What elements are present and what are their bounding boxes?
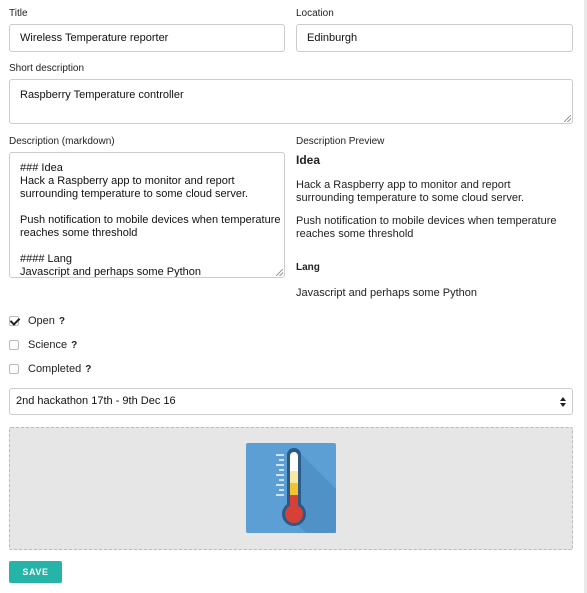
markdown-line: Hack a Raspberry app to monitor and repo… (20, 175, 235, 187)
thermometer-icon (246, 443, 336, 533)
science-checkbox[interactable] (9, 340, 19, 350)
event-select-value: 2nd hackathon 17th - 9th Dec 16 (16, 395, 176, 407)
title-input[interactable]: Wireless Temperature reporter (9, 24, 285, 52)
preview-heading-lang: Lang (296, 262, 320, 273)
checkbox-row-science[interactable]: Science ? (9, 338, 77, 352)
markdown-line: surrounding temperature to some cloud se… (20, 188, 249, 200)
preview-paragraph: Hack a Raspberry app to monitor and repo… (296, 179, 525, 204)
markdown-line: #### Lang (20, 253, 72, 265)
preview-paragraph: Javascript and perhaps some Python (296, 287, 477, 299)
save-button[interactable]: SAVE (9, 561, 62, 583)
markdown-line: ### Idea (20, 162, 63, 174)
help-icon[interactable]: ? (85, 364, 91, 375)
markdown-line (20, 201, 274, 214)
short-description-textarea[interactable]: Raspberry Temperature controller (9, 79, 573, 124)
markdown-line: reaches some threshold (20, 227, 138, 239)
resize-handle-icon[interactable] (564, 115, 571, 122)
completed-checkbox[interactable] (9, 364, 19, 374)
description-preview: Idea Hack a Raspberry app to monitor and… (296, 153, 571, 300)
short-description-label: Short description (9, 63, 85, 74)
title-label: Title (9, 8, 28, 19)
science-label: Science (28, 339, 68, 351)
markdown-line: Push notification to mobile devices when… (20, 214, 281, 226)
checkbox-row-open[interactable]: Open ? (9, 314, 65, 328)
short-description-text: Raspberry Temperature controller (20, 89, 184, 101)
help-icon[interactable]: ? (59, 316, 65, 327)
help-icon[interactable]: ? (71, 340, 77, 351)
description-preview-label: Description Preview (296, 136, 385, 147)
description-textarea[interactable]: ### Idea Hack a Raspberry app to monitor… (9, 152, 285, 278)
resize-handle-icon[interactable] (276, 269, 283, 276)
image-dropzone[interactable] (9, 427, 573, 550)
description-label: Description (markdown) (9, 136, 115, 147)
event-select[interactable]: 2nd hackathon 17th - 9th Dec 16 (9, 388, 573, 415)
markdown-line: Javascript and perhaps some Python (20, 266, 201, 278)
preview-heading-idea: Idea (296, 153, 321, 167)
location-input[interactable]: Edinburgh (296, 24, 573, 52)
select-arrows-icon (560, 397, 566, 407)
open-checkbox[interactable] (9, 316, 19, 326)
preview-paragraph: Push notification to mobile devices when… (296, 215, 557, 240)
checkbox-row-completed[interactable]: Completed ? (9, 362, 91, 376)
open-label: Open (28, 315, 55, 327)
markdown-line (20, 240, 274, 253)
location-label: Location (296, 8, 334, 19)
completed-label: Completed (28, 363, 82, 375)
